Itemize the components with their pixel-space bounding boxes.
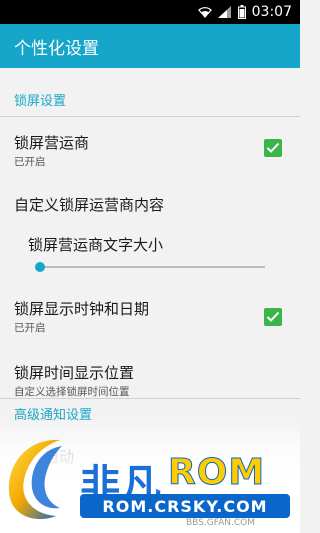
- setting-title: 锁屏显示时钟和日期: [14, 300, 150, 318]
- wifi-icon: [197, 6, 212, 18]
- setting-title: 锁屏营运商文字大小: [28, 236, 164, 254]
- setting-lockscreen-carrier[interactable]: 锁屏营运商 已开启: [0, 124, 300, 174]
- setting-clock-position[interactable]: 锁屏时间显示位置 自定义选择锁屏时间位置: [0, 354, 300, 404]
- watermark-logo-icon: [8, 439, 62, 520]
- check-icon: [266, 142, 280, 153]
- show-clock-date-checkbox[interactable]: [264, 308, 282, 326]
- status-bar: 03:07: [0, 0, 300, 24]
- check-icon: [266, 311, 280, 322]
- signal-icon: [217, 6, 232, 18]
- watermark-rom: ROM: [167, 452, 266, 494]
- section-divider: [0, 116, 300, 117]
- setting-show-clock-date[interactable]: 锁屏显示时钟和日期 已开启: [0, 290, 300, 340]
- watermark-bbs: BBS.GFAN.COM: [186, 518, 255, 528]
- section-header-lockscreen: 锁屏设置: [14, 94, 67, 109]
- app-bar: 个性化设置: [0, 24, 300, 68]
- setting-summary: 已开启: [14, 322, 46, 334]
- watermark-url: ROM.CRSKY.COM: [80, 494, 290, 518]
- battery-icon: [237, 5, 246, 19]
- setting-title: 锁屏时间显示位置: [14, 364, 135, 382]
- setting-summary: 已开启: [14, 156, 46, 168]
- setting-title: 自定义锁屏运营商内容: [14, 196, 165, 214]
- section-divider: [0, 398, 300, 399]
- setting-summary: 自定义选择锁屏时间位置: [14, 386, 130, 398]
- page-title: 个性化设置: [14, 38, 99, 59]
- lockscreen-carrier-checkbox[interactable]: [264, 139, 282, 157]
- slider-thumb[interactable]: [35, 262, 45, 272]
- setting-custom-carrier-content[interactable]: 自定义锁屏运营商内容: [0, 184, 300, 224]
- status-clock: 03:07: [251, 4, 292, 20]
- setting-title: 锁屏营运商: [14, 134, 90, 152]
- carrier-text-size-slider[interactable]: [40, 266, 265, 268]
- setting-carrier-text-size: 锁屏营运商文字大小: [0, 226, 300, 276]
